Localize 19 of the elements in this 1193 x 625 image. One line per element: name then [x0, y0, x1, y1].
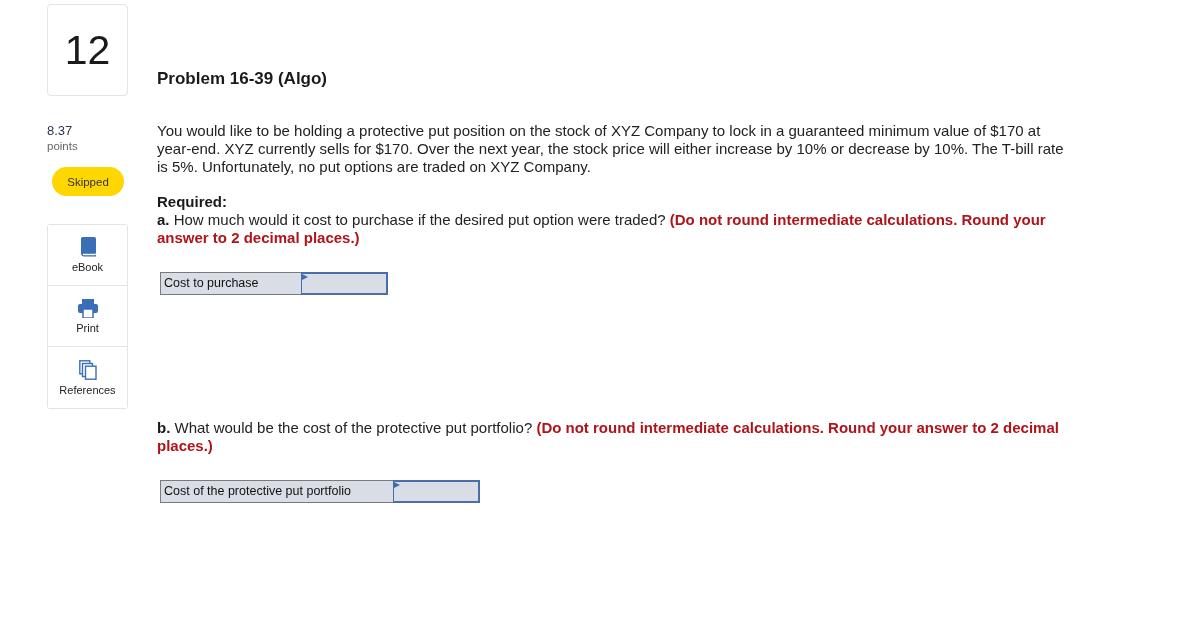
answer-label: Cost of the protective put portfolio: [160, 480, 394, 503]
book-icon: [79, 237, 96, 257]
status-badge: Skipped: [52, 167, 124, 196]
question-text: b. What would be the cost of the protective put portfolio? (Do not round intermediate calculations. Round your answer to 2 decimal places.): [157, 419, 1060, 455]
required-heading: Required:: [157, 193, 228, 211]
ebook-button[interactable]: eBook: [48, 225, 127, 286]
score-value: 8.37: [47, 123, 74, 138]
answer-label: Cost to purchase: [160, 272, 302, 295]
pages-icon: [78, 359, 97, 380]
answer-field[interactable]: [392, 480, 480, 503]
corner-marker-icon: [393, 482, 400, 488]
corner-marker-icon: [301, 274, 308, 280]
question-text: a. How much would it cost to purchase if the desired put option were traded? (Do not round intermediate calculations. Round your answer to 2 decimal places.): [157, 211, 1047, 247]
printer-icon: [77, 298, 98, 318]
answer-field[interactable]: [300, 272, 388, 295]
score-unit: points: [47, 139, 78, 154]
problem-text: You would like to be holding a protective put position on the stock of XYZ Company to lock in a guaranteed minimum value of $170 at year-end. XYZ currently sells for $170. Over the next year, the stock price will either increase by 10% or decrease by 10%. The T-bill rate is 5%. Unfortunately, no put options are traded on XYZ Company.: [157, 122, 1065, 176]
problem-title: Problem 16-39 (Algo): [157, 68, 329, 90]
question-number: 12: [47, 4, 128, 96]
